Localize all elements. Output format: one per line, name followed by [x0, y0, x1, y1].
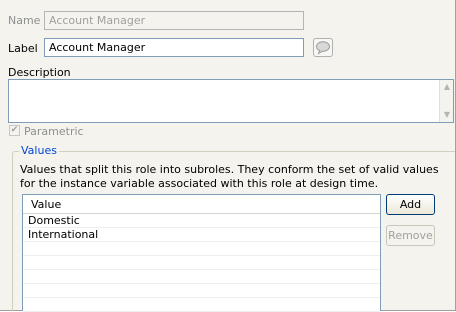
speech-bubble-icon[interactable]: [313, 38, 333, 57]
description-label: Description: [8, 66, 71, 79]
arrow-down-icon[interactable]: ▼: [441, 109, 453, 121]
label-label: Label: [8, 42, 38, 55]
table-row[interactable]: [23, 270, 380, 284]
table-row[interactable]: [23, 256, 380, 270]
speech-bubble-glyph: [316, 41, 330, 55]
checkmark-icon: ✔: [10, 125, 19, 135]
values-group-title: Values: [19, 144, 59, 157]
parametric-checkbox: ✔: [9, 125, 20, 136]
role-properties-panel: Name Account Manager Label Account Manag…: [0, 0, 456, 312]
name-label: Name: [8, 14, 41, 27]
description-textarea[interactable]: ▲ ▼: [8, 79, 454, 123]
remove-button[interactable]: Remove: [386, 225, 435, 246]
name-field: Account Manager: [44, 11, 304, 30]
column-header-value[interactable]: Value: [31, 198, 61, 211]
values-description: Values that split this role into subrole…: [20, 163, 439, 190]
table-row[interactable]: [23, 298, 380, 312]
label-field[interactable]: Account Manager: [44, 38, 304, 57]
add-button[interactable]: Add: [386, 194, 435, 215]
table-row[interactable]: International: [23, 228, 380, 242]
table-row[interactable]: [23, 242, 380, 256]
arrow-up-icon[interactable]: ▲: [441, 81, 453, 93]
parametric-label: Parametric: [24, 125, 84, 138]
description-scrollbar[interactable]: ▲ ▼: [439, 80, 453, 122]
values-table[interactable]: Value Domestic International: [22, 194, 381, 312]
table-row[interactable]: [23, 284, 380, 298]
table-row[interactable]: Domestic: [23, 214, 380, 228]
values-table-header: Value: [23, 195, 380, 214]
